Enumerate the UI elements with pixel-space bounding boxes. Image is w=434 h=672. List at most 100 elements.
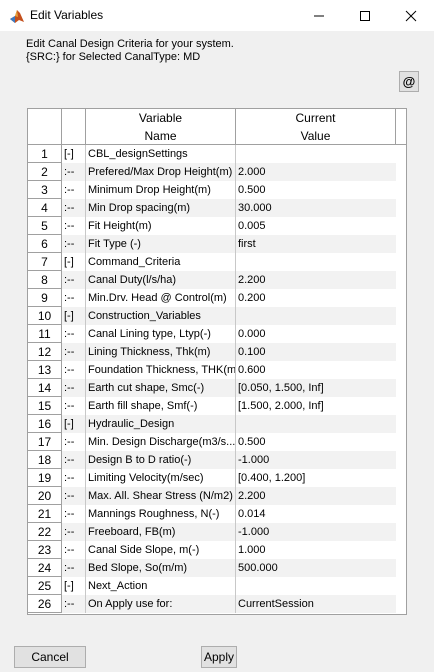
header-filler [396,109,406,145]
current-value-cell[interactable] [236,577,396,595]
variable-name-cell: Canal Side Slope, m(-) [86,541,236,559]
close-button[interactable] [388,0,434,31]
table-row[interactable]: 4:-- Min Drop spacing(m) 30.000 [28,199,406,217]
table-row[interactable]: 7 [-] Command_Criteria [28,253,406,271]
current-value-cell[interactable]: 0.500 [236,433,396,451]
current-value-cell[interactable]: 1.000 [236,541,396,559]
table-row[interactable]: 3:-- Minimum Drop Height(m) 0.500 [28,181,406,199]
current-value-cell[interactable]: 2.200 [236,487,396,505]
variable-name-cell: Next_Action [86,577,236,595]
apply-button[interactable]: Apply [201,646,237,668]
header-variable-name: Variable Name [86,109,236,145]
tree-toggle-cell[interactable]: :-- [62,343,86,361]
tree-toggle-cell[interactable]: :-- [62,271,86,289]
tree-toggle-cell[interactable]: [-] [62,145,86,163]
row-number-cell: 2 [28,163,62,181]
current-value-cell[interactable]: 0.600 [236,361,396,379]
table-row[interactable]: 12:-- Lining Thickness, Thk(m) 0.100 [28,343,406,361]
table-row[interactable]: 13:-- Foundation Thickness, THK(m) 0.600 [28,361,406,379]
current-value-cell[interactable]: first [236,235,396,253]
tree-toggle-cell[interactable]: :-- [62,595,86,613]
table-row[interactable]: 17:-- Min. Design Discharge(m3/s... 0.500 [28,433,406,451]
tree-toggle-cell[interactable]: :-- [62,325,86,343]
table-row[interactable]: 23:-- Canal Side Slope, m(-) 1.000 [28,541,406,559]
current-value-cell[interactable]: 0.005 [236,217,396,235]
current-value-cell[interactable] [236,415,396,433]
tree-toggle-cell[interactable]: :-- [62,181,86,199]
table-row[interactable]: 25 [-] Next_Action [28,577,406,595]
table-row[interactable]: 2:-- Prefered/Max Drop Height(m) 2.000 [28,163,406,181]
table-row[interactable]: 19:-- Limiting Velocity(m/sec) [0.400, 1.2… [28,469,406,487]
current-value-cell[interactable] [236,253,396,271]
current-value-cell[interactable]: 0.014 [236,505,396,523]
table-row[interactable]: 24:-- Bed Slope, So(m/m) 500.000 [28,559,406,577]
row-number-cell: 19 [28,469,62,487]
current-value-cell[interactable]: CurrentSession [236,595,396,613]
current-value-cell[interactable]: [0.400, 1.200] [236,469,396,487]
maximize-button[interactable] [342,0,388,31]
row-number-cell: 8 [28,271,62,289]
tree-toggle-cell[interactable]: :-- [62,433,86,451]
variable-name-cell: Min.Drv. Head @ Control(m) [86,289,236,307]
row-number-cell: 26 [28,595,62,613]
table-row[interactable]: 14:-- Earth cut shape, Smc(-) [0.050, 1.50… [28,379,406,397]
table-row[interactable]: 5:-- Fit Height(m) 0.005 [28,217,406,235]
table-row[interactable]: 1 [-] CBL_designSettings [28,145,406,163]
tree-toggle-cell[interactable]: :-- [62,559,86,577]
table-row[interactable]: 9:-- Min.Drv. Head @ Control(m) 0.200 [28,289,406,307]
minimize-button[interactable] [296,0,342,31]
table-row[interactable]: 10 [-] Construction_Variables [28,307,406,325]
current-value-cell[interactable] [236,307,396,325]
table-row[interactable]: 6:-- Fit Type (-) first [28,235,406,253]
tree-toggle-cell[interactable]: :-- [62,451,86,469]
table-row[interactable]: 11:-- Canal Lining type, Ltyp(-) 0.000 [28,325,406,343]
table-row[interactable]: 16 [-] Hydraulic_Design [28,415,406,433]
table-row[interactable]: 21:-- Mannings Roughness, N(-) 0.014 [28,505,406,523]
tree-toggle-cell[interactable]: :-- [62,397,86,415]
tree-toggle-cell[interactable]: :-- [62,523,86,541]
row-number-cell: 25 [28,577,62,595]
variable-name-cell: Min Drop spacing(m) [86,199,236,217]
tree-toggle-cell[interactable]: :-- [62,505,86,523]
tree-toggle-cell[interactable]: :-- [62,469,86,487]
table-row[interactable]: 15:-- Earth fill shape, Smf(-) [1.500, 2.0… [28,397,406,415]
variable-name-cell: Design B to D ratio(-) [86,451,236,469]
tree-toggle-cell[interactable]: :-- [62,289,86,307]
current-value-cell[interactable] [236,145,396,163]
tree-toggle-cell[interactable]: :-- [62,541,86,559]
current-value-cell[interactable]: 500.000 [236,559,396,577]
table-row[interactable]: 22:-- Freeboard, FB(m) -1.000 [28,523,406,541]
current-value-cell[interactable]: [1.500, 2.000, Inf] [236,397,396,415]
current-value-cell[interactable]: 30.000 [236,199,396,217]
row-number-cell: 23 [28,541,62,559]
current-value-cell[interactable]: 2.200 [236,271,396,289]
variable-name-cell: Max. All. Shear Stress (N/m2) [86,487,236,505]
tree-toggle-cell[interactable]: :-- [62,235,86,253]
tree-toggle-cell[interactable]: [-] [62,307,86,325]
current-value-cell[interactable]: 0.000 [236,325,396,343]
tree-toggle-cell[interactable]: :-- [62,217,86,235]
at-button[interactable]: @ [399,71,419,92]
table-row[interactable]: 26:-- On Apply use for: CurrentSession [28,595,406,613]
current-value-cell[interactable]: 0.200 [236,289,396,307]
current-value-cell[interactable]: -1.000 [236,451,396,469]
current-value-cell[interactable]: 0.500 [236,181,396,199]
tree-toggle-cell[interactable]: [-] [62,415,86,433]
current-value-cell[interactable]: -1.000 [236,523,396,541]
cancel-button[interactable]: Cancel [14,646,86,668]
current-value-cell[interactable]: 2.000 [236,163,396,181]
tree-toggle-cell[interactable]: :-- [62,163,86,181]
tree-toggle-cell[interactable]: :-- [62,199,86,217]
table-row[interactable]: 20:-- Max. All. Shear Stress (N/m2) 2.200 [28,487,406,505]
matlab-logo-icon [9,8,25,24]
tree-toggle-cell[interactable]: [-] [62,577,86,595]
tree-toggle-cell[interactable]: :-- [62,379,86,397]
tree-toggle-cell[interactable]: :-- [62,487,86,505]
tree-toggle-cell[interactable]: [-] [62,253,86,271]
tree-toggle-cell[interactable]: :-- [62,361,86,379]
table-row[interactable]: 18:-- Design B to D ratio(-) -1.000 [28,451,406,469]
current-value-cell[interactable]: [0.050, 1.500, Inf] [236,379,396,397]
current-value-cell[interactable]: 0.100 [236,343,396,361]
row-number-cell: 1 [28,145,62,163]
table-row[interactable]: 8:-- Canal Duty(l/s/ha) 2.200 [28,271,406,289]
